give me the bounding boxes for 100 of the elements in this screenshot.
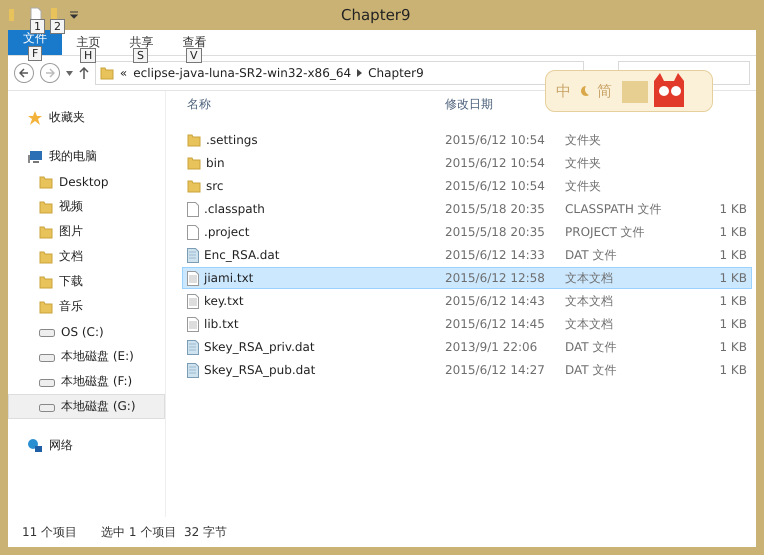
type-cell-text: 文件夹 bbox=[565, 178, 602, 194]
type-cell-text: 文本文档 bbox=[565, 270, 614, 286]
file-name: .project bbox=[183, 224, 445, 240]
keytip: V bbox=[186, 48, 202, 63]
drive-icon bbox=[39, 376, 55, 386]
sidebar-item[interactable]: 下载 bbox=[8, 269, 165, 294]
file-name: src bbox=[183, 179, 445, 193]
type-cell-text: DAT 文件 bbox=[565, 362, 618, 378]
sidebar-item[interactable]: Desktop bbox=[8, 169, 165, 194]
up-arrow-icon[interactable] bbox=[78, 67, 89, 79]
date-cell-text: 2015/6/12 14:27 bbox=[445, 363, 546, 377]
type-cell-text: PROJECT 文件 bbox=[565, 224, 646, 240]
file-name: Skey_RSA_pub.dat bbox=[183, 362, 445, 378]
date-cell-text: 2015/6/12 14:45 bbox=[445, 317, 546, 331]
sidebar-label: 网络 bbox=[49, 437, 73, 454]
keytip: H bbox=[80, 48, 96, 63]
file-row[interactable]: src 2015/6/12 10:54 文件夹 bbox=[182, 175, 752, 197]
file-name: lib.txt bbox=[183, 316, 445, 332]
date-cell-text: 2015/6/12 14:43 bbox=[445, 294, 546, 308]
sidebar-item[interactable]: 图片 bbox=[8, 219, 165, 244]
file-icon bbox=[187, 202, 199, 216]
sidebar-label: 本地磁盘 (F:) bbox=[61, 373, 132, 390]
sidebar-label: 我的电脑 bbox=[49, 148, 97, 165]
breadcrumb[interactable]: eclipse-java-luna-SR2-win32-x86_64 bbox=[133, 66, 352, 80]
star-icon bbox=[27, 110, 43, 126]
sidebar-label: 收藏夹 bbox=[49, 109, 85, 126]
file-row[interactable]: bin 2015/6/12 10:54 文件夹 bbox=[182, 152, 752, 174]
sidebar-label: 音乐 bbox=[59, 298, 83, 315]
file-name: key.txt bbox=[183, 294, 445, 308]
sidebar-item[interactable]: 本地磁盘 (G:) bbox=[8, 394, 165, 419]
date-cell-text: 2013/9/1 22:06 bbox=[445, 340, 538, 354]
file-row[interactable]: Enc_RSA.dat 2015/6/12 14:33 DAT 文件 1 KB bbox=[182, 244, 752, 266]
file-row[interactable]: .project 2015/5/18 20:35 PROJECT 文件 1 KB bbox=[182, 221, 752, 243]
type-cell-text: 文本文档 bbox=[565, 292, 614, 310]
sidebar-label: Desktop bbox=[59, 174, 108, 188]
file-name: Enc_RSA.dat bbox=[183, 248, 445, 262]
data-file-icon bbox=[187, 248, 199, 262]
type-cell-text: DAT 文件 bbox=[565, 338, 618, 356]
size-cell-text: 1 KB bbox=[718, 294, 748, 308]
type-cell-text: 文本文档 bbox=[565, 316, 614, 332]
size-cell-text: 1 KB bbox=[718, 202, 748, 216]
file-row[interactable]: jiami.txt 2015/6/12 12:58 文本文档 1 KB bbox=[182, 267, 752, 289]
keytip: S bbox=[133, 48, 148, 63]
data-file-icon bbox=[187, 362, 199, 378]
date-cell-text: 2015/5/18 20:35 bbox=[445, 225, 546, 239]
date-cell-text: 2015/6/12 10:54 bbox=[445, 133, 546, 147]
breadcrumb[interactable]: Chapter9 bbox=[368, 66, 424, 80]
sidebar-item[interactable]: 我的电脑 bbox=[8, 144, 165, 169]
sidebar-label: 视频 bbox=[59, 198, 83, 215]
sidebar-label: 本地磁盘 (E:) bbox=[61, 348, 134, 365]
type-cell-text: CLASSPATH 文件 bbox=[565, 200, 663, 218]
drive-icon bbox=[39, 326, 55, 336]
text-file-icon bbox=[187, 316, 199, 332]
date-cell-text: 2015/6/12 10:54 bbox=[445, 179, 546, 193]
text-file-icon bbox=[187, 294, 199, 308]
chevron-icon bbox=[357, 69, 362, 77]
sidebar-item[interactable]: OS (C:) bbox=[8, 319, 165, 344]
sidebar-item[interactable]: 本地磁盘 (F:) bbox=[8, 369, 165, 394]
computer-icon bbox=[27, 150, 43, 164]
sidebar-item[interactable]: 视频 bbox=[8, 194, 165, 219]
sidebar-item[interactable]: 音乐 bbox=[8, 294, 165, 319]
file-name: .classpath bbox=[183, 202, 445, 216]
drive-icon bbox=[39, 352, 55, 362]
status-text: 选中 1 个项目 32 字节 bbox=[101, 524, 228, 540]
caret-icon[interactable] bbox=[66, 70, 73, 76]
sidebar-item[interactable]: 收藏夹 bbox=[8, 105, 165, 130]
dropdown-icon[interactable] bbox=[70, 11, 78, 19]
keytip: F bbox=[28, 46, 42, 61]
date-cell-text: 2015/6/12 14:33 bbox=[445, 248, 546, 262]
file-row[interactable]: Skey_RSA_priv.dat 2013/9/1 22:06 DAT 文件 1 KB bbox=[182, 336, 752, 358]
window-title: Chapter9 bbox=[341, 6, 411, 24]
sidebar-label: 本地磁盘 (G:) bbox=[61, 398, 136, 415]
document-icon[interactable] bbox=[30, 6, 42, 20]
column-header[interactable]: 修改日期 bbox=[445, 96, 493, 112]
sidebar-item[interactable]: 本地磁盘 (E:) bbox=[8, 344, 165, 369]
file-name: .settings bbox=[183, 133, 445, 147]
size-cell-text: 1 KB bbox=[718, 363, 748, 377]
back-button[interactable] bbox=[14, 63, 34, 83]
status-text: 11 个项目 bbox=[22, 524, 78, 540]
file-row[interactable]: key.txt 2015/6/12 14:43 文本文档 1 KB bbox=[182, 290, 752, 312]
file-icon bbox=[187, 224, 199, 240]
file-row[interactable]: lib.txt 2015/6/12 14:45 文本文档 1 KB bbox=[182, 313, 752, 335]
sidebar-item[interactable]: 网络 bbox=[8, 433, 165, 458]
file-row[interactable]: .settings 2015/6/12 10:54 文件夹 bbox=[182, 129, 752, 151]
file-name: jiami.txt bbox=[183, 270, 445, 286]
back-arrow-icon bbox=[18, 68, 29, 78]
drive-icon bbox=[39, 402, 55, 412]
sidebar-item[interactable]: 文档 bbox=[8, 244, 165, 269]
size-cell-text: 1 KB bbox=[718, 317, 748, 331]
file-row[interactable]: Skey_RSA_pub.dat 2015/6/12 14:27 DAT 文件 1 KB bbox=[182, 359, 752, 381]
text-file-icon bbox=[187, 270, 199, 286]
file-row[interactable]: .classpath 2015/5/18 20:35 CLASSPATH 文件 1 KB bbox=[182, 198, 752, 220]
column-header[interactable]: 名称 bbox=[183, 96, 211, 112]
type-cell-text: DAT 文件 bbox=[565, 246, 618, 264]
forward-button[interactable] bbox=[40, 63, 60, 83]
keytip: 2 bbox=[50, 18, 65, 34]
sidebar-label: OS (C:) bbox=[61, 324, 104, 338]
path-overflow[interactable]: « bbox=[120, 66, 128, 80]
file-name: bin bbox=[183, 156, 445, 170]
address-bar[interactable]: « eclipse-java-luna-SR2-win32-x86_64 Chapter9 bbox=[94, 61, 584, 85]
